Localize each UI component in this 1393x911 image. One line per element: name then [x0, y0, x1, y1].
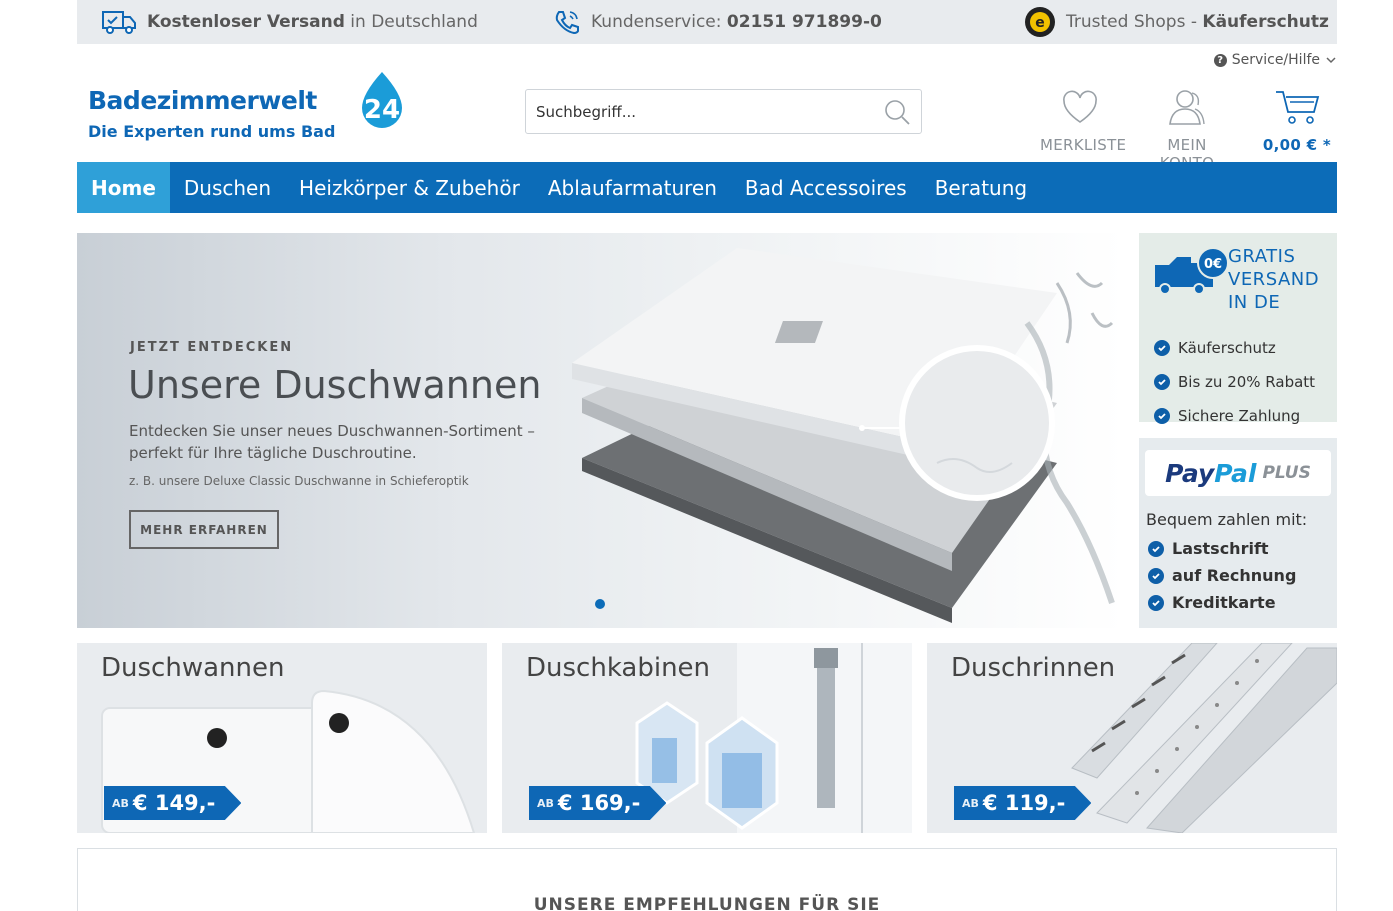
- paypal-logo-plus: PLUS: [1262, 463, 1311, 483]
- payment-method-label: Lastschrift: [1172, 539, 1269, 558]
- logo-drop-icon: 24: [362, 72, 402, 128]
- price-value: € 149,-: [132, 791, 216, 815]
- shipping-truck-icon: 0€: [1155, 247, 1229, 295]
- site-logo[interactable]: Badezimmerwelt Die Experten rund ums Bad…: [88, 70, 418, 145]
- list-item: Bis zu 20% Rabatt: [1154, 365, 1315, 399]
- category-tile-duschkabinen[interactable]: Duschkabinen AB € 169,-: [502, 643, 912, 833]
- slider-dot[interactable]: [595, 599, 605, 609]
- benefit-label: Sichere Zahlung: [1178, 407, 1301, 425]
- free-shipping-info: Kostenloser Versand in Deutschland: [101, 9, 478, 35]
- list-item: Käuferschutz: [1154, 331, 1315, 365]
- hero-description: Entdecken Sie unser neues Duschwannen-So…: [129, 422, 535, 462]
- wishlist-button[interactable]: MERKLISTE: [1040, 88, 1127, 154]
- shipping-badge: 0€: [1204, 257, 1222, 272]
- nav-item-home[interactable]: Home: [77, 162, 170, 213]
- category-tile-duschwannen[interactable]: Duschwannen AB € 149,-: [77, 643, 487, 833]
- cart-button[interactable]: 0,00 € *: [1262, 88, 1332, 154]
- nav-item-beratung[interactable]: Beratung: [921, 162, 1041, 213]
- price-value: € 169,-: [557, 791, 641, 815]
- price-badge: AB € 149,-: [104, 786, 242, 820]
- tile-title: Duschwannen: [101, 653, 285, 683]
- payment-method-list: Lastschrift auf Rechnung Kreditkarte: [1148, 535, 1296, 616]
- trusted-shops-seal-icon: e: [1025, 7, 1055, 37]
- nav-item-ablaufarmaturen[interactable]: Ablaufarmaturen: [534, 162, 731, 213]
- recommendations-section: UNSERE EMPFEHLUNGEN FÜR SIE: [77, 848, 1337, 911]
- benefit-label: Käuferschutz: [1178, 339, 1276, 357]
- heading-line-1: GRATIS: [1228, 246, 1296, 267]
- service-label: Kundenservice:: [591, 12, 727, 32]
- search-input[interactable]: Suchbegriff...: [525, 89, 922, 134]
- check-icon: [1154, 408, 1170, 424]
- list-item: Kreditkarte: [1148, 589, 1296, 616]
- check-icon: [1154, 374, 1170, 390]
- price-value: € 119,-: [982, 791, 1066, 815]
- shopping-cart-icon: [1276, 91, 1320, 124]
- phone-icon: [555, 11, 579, 35]
- logo-tagline: Die Experten rund ums Bad: [88, 122, 336, 141]
- free-shipping-box[interactable]: 0€ GRATIS VERSAND IN DE Käuferschutz Bis…: [1139, 233, 1337, 425]
- check-icon: [1148, 567, 1164, 584]
- tile-title: Duschrinnen: [951, 653, 1116, 683]
- hero-more-button[interactable]: MEHR ERFAHREN: [129, 510, 279, 549]
- nav-item-heizkoerper[interactable]: Heizkörper & Zubehör: [285, 162, 534, 213]
- wishlist-label: MERKLISTE: [1040, 136, 1127, 154]
- trusted-bold: Käuferschutz: [1202, 12, 1329, 32]
- nav-item-bad-accessoires[interactable]: Bad Accessoires: [731, 162, 921, 213]
- service-help-label: Service/Hilfe: [1231, 52, 1320, 68]
- category-tile-duschrinnen[interactable]: Duschrinnen AB € 119,-: [927, 643, 1337, 833]
- truck-icon: [102, 11, 136, 34]
- payment-method-label: Kreditkarte: [1172, 593, 1276, 612]
- customer-service-info[interactable]: Kundenservice: 02151 971899-0: [553, 8, 882, 36]
- top-info-bar: Kostenloser Versand in Deutschland Kunde…: [77, 0, 1337, 44]
- price-prefix: AB: [112, 796, 129, 810]
- search-icon[interactable]: [883, 98, 911, 126]
- free-shipping-heading: GRATIS VERSAND IN DE: [1228, 245, 1319, 314]
- service-help-dropdown[interactable]: ? Service/Hilfe: [1213, 52, 1337, 68]
- price-badge: AB € 169,-: [529, 786, 667, 820]
- hero-title: Unsere Duschwannen: [128, 363, 542, 407]
- cart-total: 0,00 € *: [1262, 136, 1332, 154]
- trusted-label: Trusted Shops -: [1066, 12, 1203, 32]
- benefit-label: Bis zu 20% Rabatt: [1178, 373, 1316, 391]
- paypal-logo-pal: Pal: [1214, 458, 1257, 488]
- trusted-shops-info[interactable]: e Trusted Shops - Käuferschutz: [1024, 6, 1329, 38]
- logo-number: 24: [364, 95, 400, 125]
- user-icon: [1169, 90, 1205, 125]
- payment-method-label: auf Rechnung: [1172, 566, 1297, 585]
- list-item: Lastschrift: [1148, 535, 1296, 562]
- list-item: Sichere Zahlung: [1154, 399, 1315, 433]
- price-prefix: AB: [537, 796, 554, 810]
- nav-item-duschen[interactable]: Duschen: [170, 162, 285, 213]
- tile-title: Duschkabinen: [526, 653, 711, 683]
- check-icon: [1154, 340, 1170, 356]
- hero-kicker: JETZT ENTDECKEN: [130, 340, 294, 355]
- main-navigation: Home Duschen Heizkörper & Zubehör Ablauf…: [77, 162, 1337, 213]
- service-phone[interactable]: 02151 971899-0: [727, 12, 882, 32]
- paypal-caption: Bequem zahlen mit:: [1146, 510, 1308, 529]
- help-icon: ?: [1213, 53, 1227, 67]
- chevron-down-icon: [1326, 57, 1336, 64]
- paypal-logo-pay: Pay: [1165, 458, 1215, 488]
- heading-line-2: VERSAND: [1228, 269, 1320, 290]
- logo-brand-text: Badezimmerwelt: [88, 86, 317, 115]
- shipping-bold-text: Kostenloser Versand: [147, 12, 345, 32]
- shower-tray-image: [572, 248, 1115, 623]
- benefit-list: Käuferschutz Bis zu 20% Rabatt Sichere Z…: [1154, 331, 1315, 433]
- account-button[interactable]: MEIN KONTO: [1138, 88, 1236, 172]
- recommendations-title: UNSERE EMPFEHLUNGEN FÜR SIE: [533, 895, 881, 911]
- price-badge: AB € 119,-: [954, 786, 1092, 820]
- check-icon: [1148, 540, 1164, 557]
- svg-text:e: e: [1035, 15, 1045, 31]
- price-prefix: AB: [962, 796, 979, 810]
- hero-banner[interactable]: JETZT ENTDECKEN Unsere Duschwannen Entde…: [77, 233, 1125, 628]
- hero-note: z. B. unsere Deluxe Classic Duschwanne i…: [129, 474, 469, 488]
- list-item: auf Rechnung: [1148, 562, 1296, 589]
- paypal-plus-box[interactable]: Pay Pal PLUS Bequem zahlen mit: Lastschrif…: [1139, 438, 1337, 628]
- heading-line-3: IN DE: [1228, 292, 1281, 313]
- shipping-text: in Deutschland: [344, 12, 478, 32]
- paypal-plus-logo: Pay Pal PLUS: [1145, 450, 1331, 496]
- search-placeholder: Suchbegriff...: [536, 102, 637, 121]
- check-icon: [1148, 594, 1164, 611]
- heart-icon: [1063, 90, 1097, 123]
